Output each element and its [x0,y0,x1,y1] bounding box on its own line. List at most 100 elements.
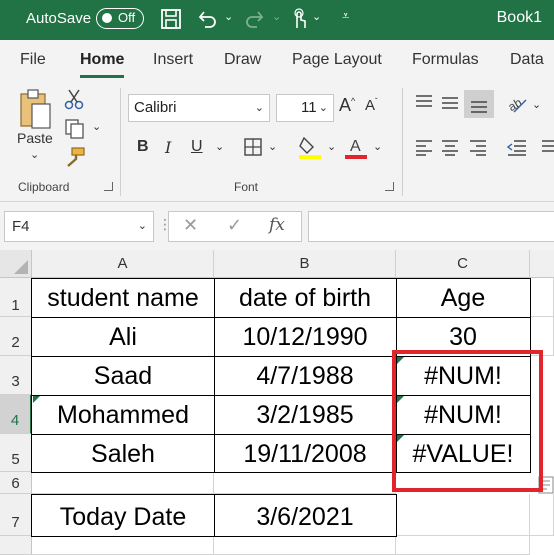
underline-dropdown-icon[interactable]: ⌄ [215,140,224,153]
chevron-down-icon: ⌄ [254,102,264,114]
middle-align-icon[interactable] [440,94,460,112]
tab-home[interactable]: Home [80,51,125,78]
align-center-icon[interactable] [440,138,460,156]
touch-dropdown-icon[interactable]: ⌄ [312,10,334,32]
cell-a7[interactable]: Today Date [32,494,214,536]
cancel-icon[interactable]: ✕ [183,215,198,236]
orientation-dropdown-icon[interactable]: ⌄ [532,98,541,111]
enter-icon[interactable]: ✓ [227,215,242,236]
customize-qat-icon[interactable]: ⩡ [342,8,364,30]
decrease-indent-icon[interactable] [506,138,528,156]
column-header-c[interactable]: C [396,250,530,278]
cell-a2[interactable]: Ali [32,317,214,356]
column-header-a[interactable]: A [32,250,214,278]
row-header-3[interactable]: 3 [0,356,32,395]
tab-file[interactable]: File [20,51,46,69]
increase-font-size-icon[interactable]: A^ [339,95,355,116]
row-header-6[interactable]: 6 [0,472,32,494]
cell-b4[interactable]: 3/2/1985 [214,395,396,434]
insert-function-icon[interactable]: fx [269,215,285,235]
worksheet-grid: A B C 1 2 3 4 5 6 7 student name date of… [0,250,554,555]
cell-a1[interactable]: student name [32,278,214,317]
paste-label[interactable]: Paste [17,130,53,146]
undo-icon[interactable] [196,8,218,30]
select-all-triangle [14,260,28,274]
chevron-down-icon: ⌄ [318,102,328,114]
save-icon[interactable] [160,8,182,30]
row-header-4[interactable]: 4 [0,395,32,434]
autosave-state: Off [118,10,136,25]
highlight-box [392,350,543,492]
formula-input[interactable] [308,211,554,242]
toggle-knob [102,13,112,23]
tab-formulas[interactable]: Formulas [412,51,479,69]
tab-draw[interactable]: Draw [224,51,261,69]
bottom-align-icon [471,101,487,113]
font-size-select[interactable]: 11 ⌄ [276,94,334,122]
font-color-icon[interactable]: A [344,134,368,160]
redo-icon[interactable] [244,8,266,30]
gridline-cell [530,494,554,536]
cut-icon[interactable] [64,88,84,110]
cell-a3[interactable]: Saad [32,356,214,395]
copy-dropdown-icon[interactable]: ⌄ [92,120,101,133]
fill-color-dropdown-icon[interactable]: ⌄ [327,140,336,153]
undo-dropdown-icon[interactable]: ⌄ [224,10,246,32]
row-header-1[interactable]: 1 [0,278,32,317]
ribbon-separator [402,88,403,196]
ribbon-home: Paste ⌄ ⌄ Clipboard Calibri ⌄ 11 ⌄ A^ Aˇ… [0,80,554,202]
copy-icon[interactable] [64,118,86,140]
name-box-value: F4 [12,218,30,235]
clipboard-group-label: Clipboard [18,180,70,194]
svg-text:A: A [350,138,361,155]
fill-color-swatch [299,155,321,159]
touch-mode-icon[interactable] [288,8,310,30]
cell-c1[interactable]: Age [396,278,530,317]
row-header-8[interactable] [0,536,32,555]
increase-indent-icon[interactable] [540,138,554,156]
format-painter-icon[interactable] [64,146,86,168]
fill-color-icon[interactable] [298,134,322,160]
cell-b2[interactable]: 10/12/1990 [214,317,396,356]
orientation-icon[interactable]: ab [506,92,528,114]
error-indicator-icon[interactable] [33,396,40,403]
cell-b5[interactable]: 19/11/2008 [214,434,396,472]
select-all-button[interactable] [0,250,32,278]
bottom-align-button[interactable] [464,90,494,118]
gridline-cell [530,278,554,317]
bold-button[interactable]: B [137,138,149,156]
gridline-cell [32,536,214,555]
decrease-font-size-icon[interactable]: Aˇ [365,97,378,114]
align-left-icon[interactable] [414,138,434,156]
font-name-select[interactable]: Calibri ⌄ [128,94,270,122]
tab-insert[interactable]: Insert [153,51,193,69]
italic-button[interactable]: I [165,138,171,157]
font-size-value: 11 [301,99,317,116]
paste-icon[interactable] [18,88,54,132]
font-color-swatch [345,155,367,159]
font-color-dropdown-icon[interactable]: ⌄ [373,140,382,153]
row-header-2[interactable]: 2 [0,317,32,356]
row-header-5[interactable]: 5 [0,434,32,472]
cell-b1[interactable]: date of birth [214,278,396,317]
autosave-toggle[interactable]: Off [96,8,144,29]
paste-dropdown-icon[interactable]: ⌄ [30,148,39,161]
clipboard-launcher-icon[interactable] [104,182,113,191]
borders-dropdown-icon[interactable]: ⌄ [268,140,277,153]
cell-b7[interactable]: 3/6/2021 [214,494,396,536]
column-header-d[interactable] [530,250,554,278]
tab-data[interactable]: Data [510,51,544,69]
underline-button[interactable]: U [191,138,203,156]
cell-a5[interactable]: Saleh [32,434,214,472]
font-launcher-icon[interactable] [385,182,394,191]
column-header-b[interactable]: B [214,250,396,278]
borders-icon[interactable] [243,137,263,157]
formula-bar: F4 ⌄ ⋮ ✕ ✓ fx [0,202,554,250]
row-header-7[interactable]: 7 [0,494,32,536]
top-align-icon[interactable] [414,94,434,112]
align-right-icon[interactable] [468,138,488,156]
cell-b3[interactable]: 4/7/1988 [214,356,396,395]
cell-a4[interactable]: Mohammed [32,395,214,434]
name-box[interactable]: F4 ⌄ [4,211,154,242]
tab-page-layout[interactable]: Page Layout [292,51,382,69]
